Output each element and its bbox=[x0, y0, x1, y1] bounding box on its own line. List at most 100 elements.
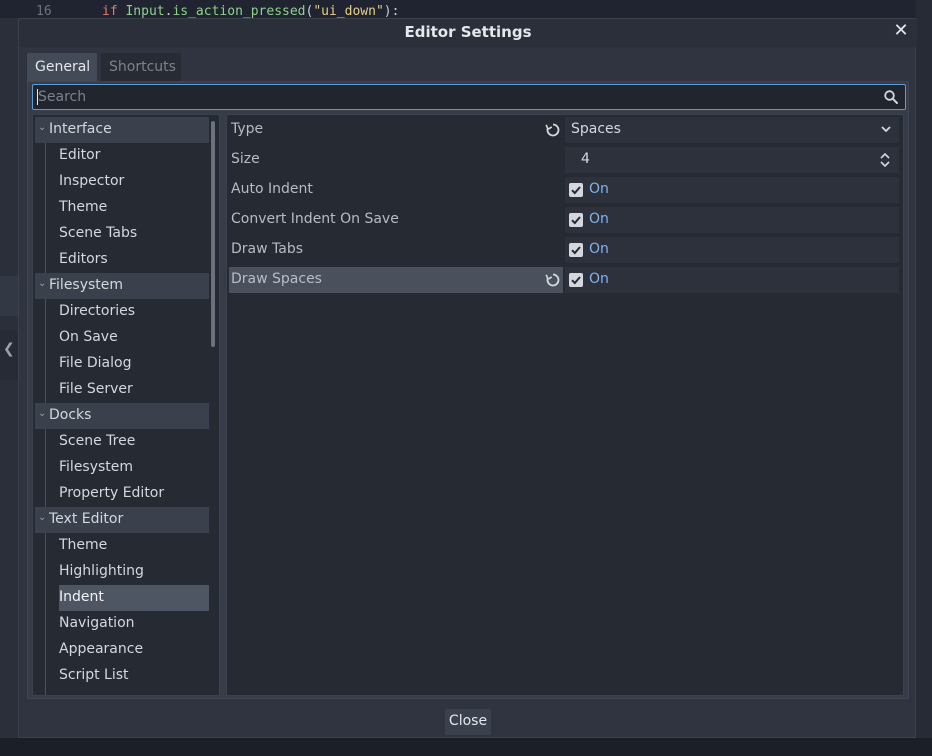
tree-item-label: Scene Tree bbox=[59, 433, 136, 449]
tab-general[interactable]: General bbox=[27, 53, 97, 81]
search-input[interactable]: Search bbox=[32, 84, 906, 110]
property-label: Size bbox=[231, 151, 260, 167]
property-label: Auto Indent bbox=[231, 181, 313, 197]
type-dropdown[interactable]: Spaces bbox=[565, 117, 899, 143]
tree-item-label: File Server bbox=[59, 381, 133, 397]
background-bottom-bar bbox=[0, 738, 932, 756]
checkbox[interactable] bbox=[569, 243, 583, 257]
revert-icon[interactable] bbox=[545, 122, 561, 138]
checkbox-editor[interactable]: On bbox=[565, 267, 899, 293]
tree-item-directories[interactable]: Directories bbox=[59, 299, 209, 325]
tree-item-on-save[interactable]: On Save bbox=[59, 325, 209, 351]
dialog-title: Editor Settings bbox=[404, 23, 532, 41]
tree-guide-line bbox=[45, 429, 46, 507]
tree-item-label: Indent bbox=[59, 589, 104, 605]
tree-item-label: On Save bbox=[59, 329, 118, 345]
checkbox[interactable] bbox=[569, 273, 583, 287]
checkbox-editor[interactable]: On bbox=[565, 237, 899, 263]
code-end: ): bbox=[383, 4, 400, 18]
tree-item-label: Editor bbox=[59, 147, 101, 163]
code-method: is_action_pressed bbox=[172, 4, 306, 18]
spinbox-value: 4 bbox=[581, 151, 590, 167]
tree-item-file-server[interactable]: File Server bbox=[59, 377, 209, 403]
tree-item-label: Navigation bbox=[59, 615, 135, 631]
tree-item-inspector[interactable]: Inspector bbox=[59, 169, 209, 195]
spinner-arrows-icon[interactable] bbox=[879, 151, 891, 169]
tree-item-script-list[interactable]: Script List bbox=[59, 663, 209, 689]
tree-item-label: Appearance bbox=[59, 641, 144, 657]
code-object: Input bbox=[125, 4, 165, 18]
chevron-down-icon[interactable]: ⌄ bbox=[38, 122, 46, 133]
tree-category-text-editor[interactable]: ⌄ Text Editor bbox=[35, 507, 209, 533]
editor-settings-dialog: Editor Settings ✕ General Shortcuts Sear… bbox=[18, 18, 917, 738]
settings-panel: Search ⌄ Interface Editor Inspector Theme Sce… bbox=[27, 81, 909, 699]
code-string: "ui_down" bbox=[313, 4, 384, 18]
checkbox-label: On bbox=[589, 181, 609, 197]
close-icon[interactable]: ✕ bbox=[891, 20, 911, 44]
property-row-draw-spaces: Draw Spaces On bbox=[229, 267, 901, 293]
chevron-down-icon bbox=[881, 126, 891, 133]
checkbox-label: On bbox=[589, 211, 609, 227]
tree-guide-line bbox=[45, 299, 46, 403]
tree-item-scene-tabs[interactable]: Scene Tabs bbox=[59, 221, 209, 247]
tree-item-appearance[interactable]: Appearance bbox=[59, 637, 209, 663]
chevron-down-icon[interactable]: ⌄ bbox=[38, 278, 46, 289]
close-button[interactable]: Close bbox=[445, 709, 491, 735]
tree-item-label: Theme bbox=[59, 199, 108, 215]
text-cursor bbox=[37, 89, 38, 105]
property-label: Draw Tabs bbox=[231, 241, 304, 257]
chevron-down-icon[interactable]: ⌄ bbox=[38, 512, 46, 523]
line-number: 16 bbox=[36, 4, 52, 18]
tab-shortcuts[interactable]: Shortcuts bbox=[101, 53, 181, 81]
tree-item-label: Scene Tabs bbox=[59, 225, 138, 241]
tree-item-label: Property Editor bbox=[59, 485, 165, 501]
property-label: Type bbox=[231, 121, 264, 137]
chevron-down-icon[interactable]: ⌄ bbox=[38, 408, 46, 419]
property-row-convert-indent-on-save: Convert Indent On Save On bbox=[229, 207, 901, 233]
revert-icon[interactable] bbox=[545, 272, 561, 288]
property-label: Draw Spaces bbox=[231, 271, 322, 287]
dialog-titlebar: Editor Settings ✕ bbox=[19, 19, 917, 47]
size-spinbox[interactable]: 4 bbox=[565, 147, 899, 173]
tree-item-label: Editors bbox=[59, 251, 108, 267]
tree-item-file-dialog[interactable]: File Dialog bbox=[59, 351, 209, 377]
tree-item-label: Directories bbox=[59, 303, 136, 319]
tree-item-editors[interactable]: Editors bbox=[59, 247, 209, 273]
tree-item-scene-tree[interactable]: Scene Tree bbox=[59, 429, 209, 455]
search-placeholder: Search bbox=[38, 89, 87, 105]
property-inspector: Type Spaces Size 4 Auto Indent On Convert Inde… bbox=[226, 114, 904, 696]
tree-category-filesystem[interactable]: ⌄ Filesystem bbox=[35, 273, 209, 299]
dropdown-value: Spaces bbox=[571, 121, 621, 137]
background-right-dock bbox=[916, 0, 932, 756]
tree-item-label: Filesystem bbox=[49, 277, 124, 293]
tree-item-highlighting[interactable]: Highlighting bbox=[59, 559, 209, 585]
tree-item-editor[interactable]: Editor bbox=[59, 143, 209, 169]
tree-item-navigation[interactable]: Navigation bbox=[59, 611, 209, 637]
search-icon[interactable] bbox=[883, 89, 899, 105]
tree-item-indent[interactable]: Indent bbox=[59, 585, 209, 611]
checkbox-editor[interactable]: On bbox=[565, 207, 899, 233]
property-label: Convert Indent On Save bbox=[231, 211, 399, 227]
tree-guide-line bbox=[45, 143, 46, 273]
checkbox[interactable] bbox=[569, 183, 583, 197]
tree-category-interface[interactable]: ⌄ Interface bbox=[35, 117, 209, 143]
property-row-size: Size 4 bbox=[229, 147, 901, 173]
tree-item-theme[interactable]: Theme bbox=[59, 533, 209, 559]
checkbox[interactable] bbox=[569, 213, 583, 227]
tree-item-label: Highlighting bbox=[59, 563, 144, 579]
background-left-dock: ❮ bbox=[0, 18, 18, 738]
tree-item-label: Script List bbox=[59, 667, 129, 683]
background-strip bbox=[0, 276, 18, 316]
tree-item-filesystem[interactable]: Filesystem bbox=[59, 455, 209, 481]
property-row-draw-tabs: Draw Tabs On bbox=[229, 237, 901, 263]
tree-item-property-editor[interactable]: Property Editor bbox=[59, 481, 209, 507]
checkbox-editor[interactable]: On bbox=[565, 177, 899, 203]
tree-item-theme[interactable]: Theme bbox=[59, 195, 209, 221]
tree-item-label: Theme bbox=[59, 537, 108, 553]
tree-item-label: Inspector bbox=[59, 173, 125, 189]
background-code-line: 16 if Input.is_action_pressed("ui_down")… bbox=[0, 0, 932, 18]
tree-category-docks[interactable]: ⌄ Docks bbox=[35, 403, 209, 429]
code-text: if Input.is_action_pressed("ui_down"): bbox=[102, 4, 399, 18]
chevron-left-icon: ❮ bbox=[3, 341, 15, 357]
tree-scrollbar[interactable] bbox=[211, 121, 215, 347]
